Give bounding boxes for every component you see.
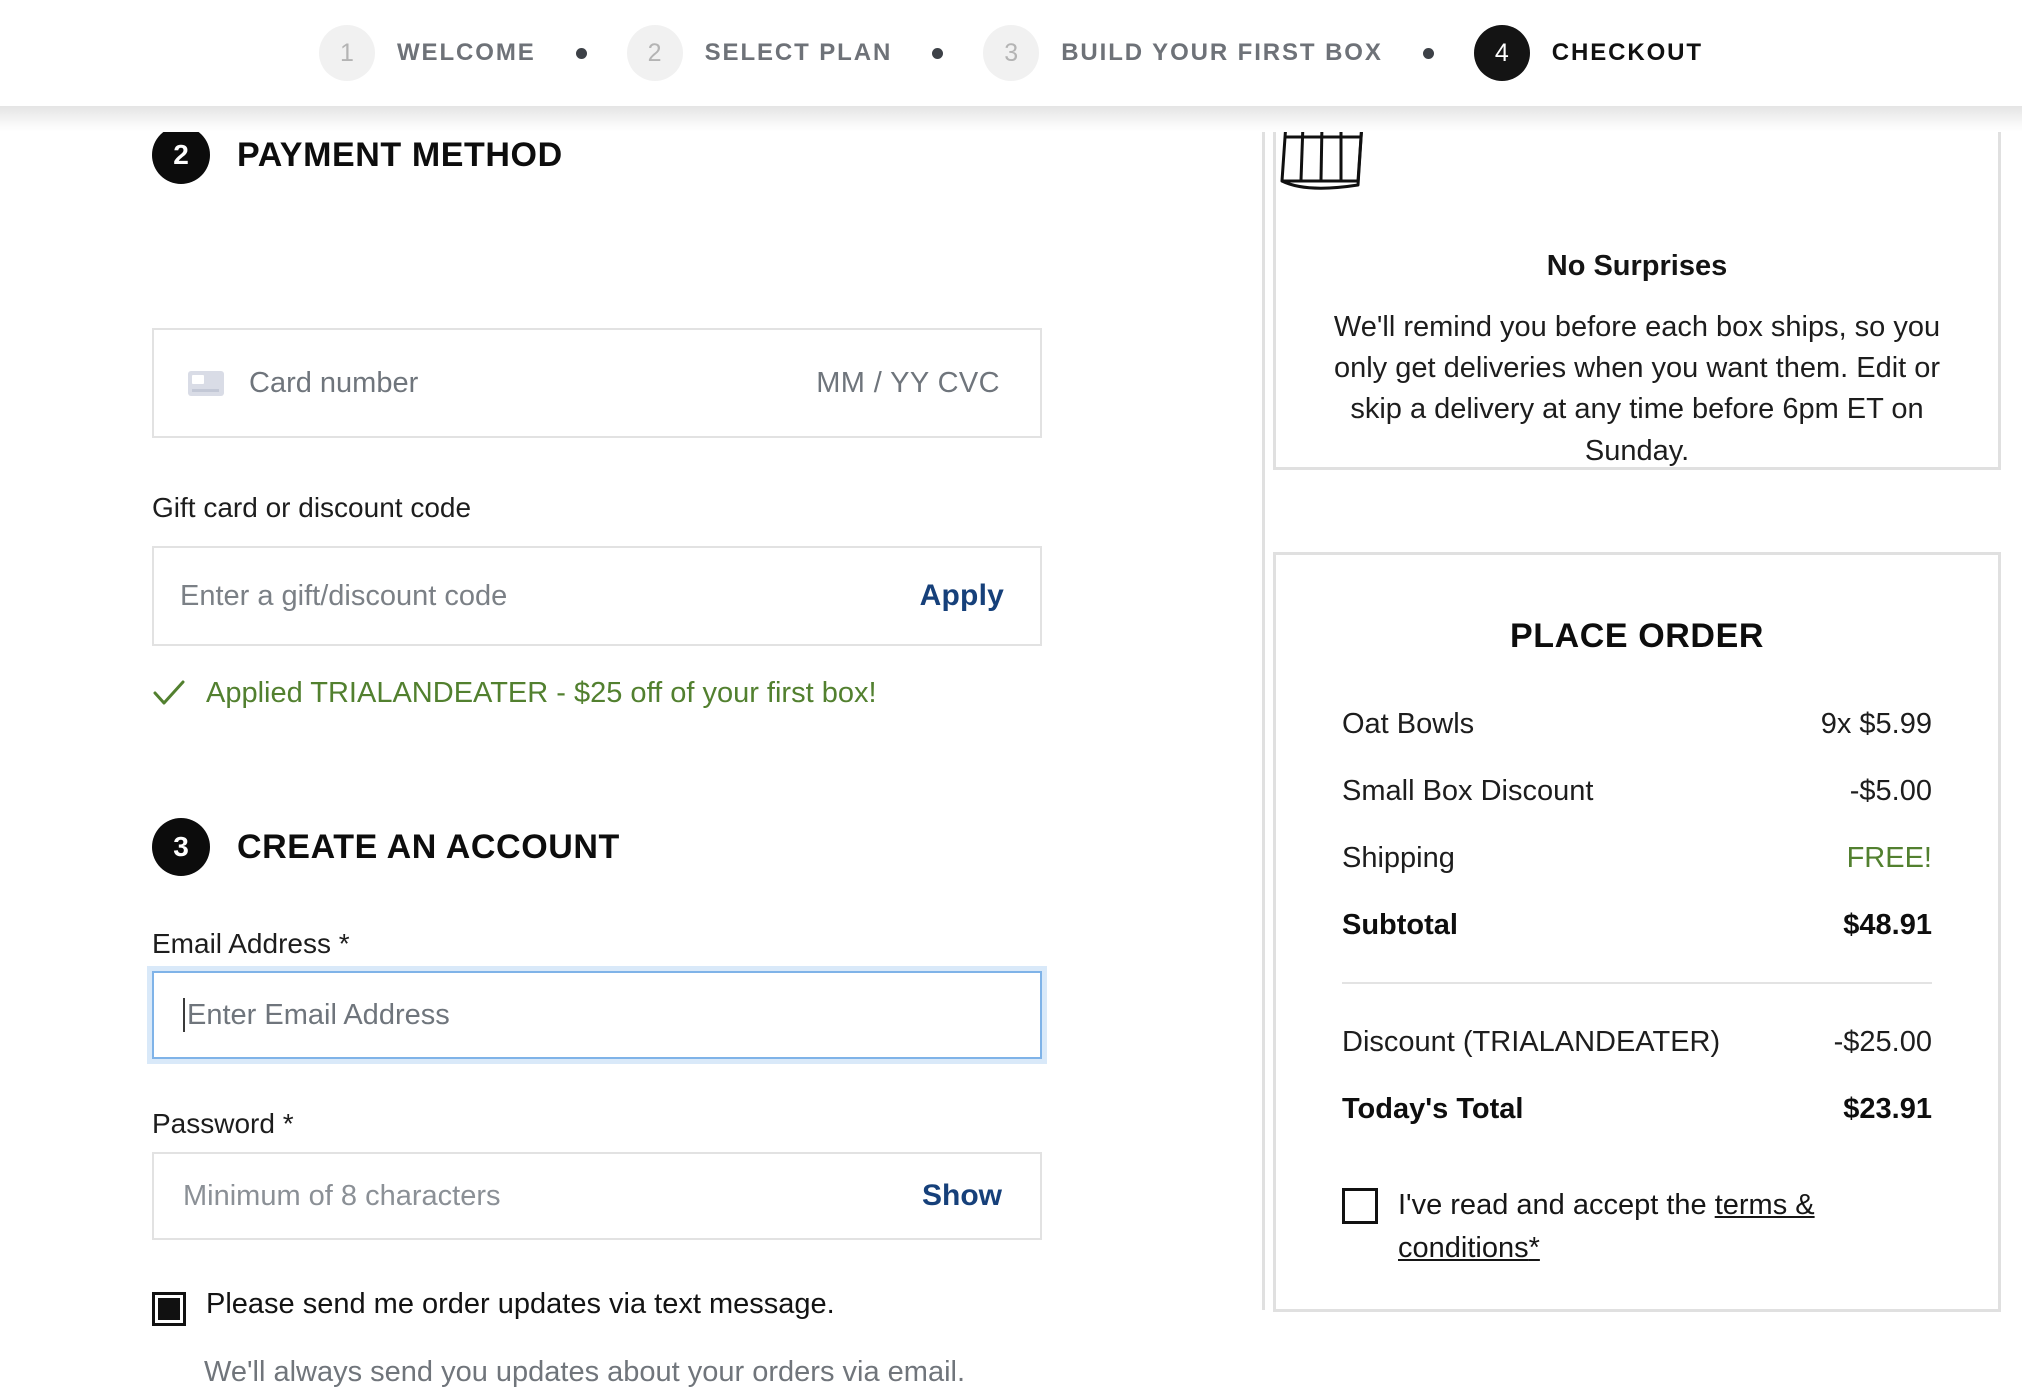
terms-checkbox[interactable] [1342,1188,1378,1224]
calendar-icon [1276,115,1998,204]
terms-checkbox-row[interactable]: I've read and accept the terms & conditi… [1276,1184,1998,1270]
password-field[interactable]: Minimum of 8 characters Show [152,1152,1042,1240]
order-line-label: Oat Bowls [1342,708,1475,740]
order-line-value: $23.91 [1843,1093,1932,1125]
step-separator-dot [1422,47,1434,59]
step-number-badge: 2 [626,25,683,81]
no-surprises-body: We'll remind you before each box ships, … [1333,311,1941,467]
gift-code-field[interactable]: Enter a gift/discount code Apply [152,546,1042,646]
payment-method-heading: 2 PAYMENT METHOD [152,126,563,184]
applied-discount-text: Applied TRIALANDEATER - $25 off of your … [206,676,877,709]
step-label: WELCOME [397,39,536,66]
card-number-field[interactable]: Card number MM / YY CVC [152,328,1042,438]
order-discount-row: Discount (TRIALANDEATER) -$25.00 [1276,1026,1998,1059]
order-line-label: Discount (TRIALANDEATER) [1342,1026,1721,1058]
order-line-label: Subtotal [1342,909,1458,941]
create-account-heading: 3 CREATE AN ACCOUNT [152,818,620,876]
applied-discount-message: Applied TRIALANDEATER - $25 off of your … [152,676,877,710]
section-title: CREATE AN ACCOUNT [237,827,620,866]
apply-button[interactable]: Apply [920,579,1004,613]
order-divider [1342,982,1932,984]
order-line-value: FREE! [1846,842,1932,874]
card-expiry-cvc-placeholder: MM / YY CVC [816,366,1000,399]
email-placeholder: Enter Email Address [187,998,450,1031]
step-number-badge: 3 [983,25,1040,81]
place-order-card: PLACE ORDER Oat Bowls 9x $5.99 Small Box… [1273,552,2001,1312]
section-number-badge: 3 [152,818,210,876]
checkout-progress-header: 1 WELCOME 2 SELECT PLAN 3 BUILD YOUR FIR… [0,0,2022,106]
step-label: BUILD YOUR FIRST BOX [1061,39,1383,66]
step-separator-dot [932,47,944,59]
text-caret [183,998,185,1032]
email-label: Email Address * [152,928,350,959]
order-line-label: Small Box Discount [1342,775,1594,807]
step-number-badge: 1 [319,25,375,81]
order-line-value: $48.91 [1843,909,1932,941]
gift-code-placeholder: Enter a gift/discount code [180,579,508,612]
sms-updates-label: Please send me order updates via text me… [206,1288,835,1320]
step-number-badge: 4 [1473,25,1530,81]
order-line-value: -$5.00 [1849,775,1932,807]
order-line-item: Oat Bowls 9x $5.99 [1276,708,1998,741]
section-number-badge: 2 [152,126,210,184]
progress-step-checkout[interactable]: 4 CHECKOUT [1473,25,1703,81]
terms-prefix: I've read and accept the [1398,1189,1715,1221]
checkout-sidebar-column: No Surprises We'll remind you before eac… [1262,42,2022,1312]
sms-updates-checkbox-row[interactable]: Please send me order updates via text me… [152,1288,835,1326]
card-number-placeholder: Card number [249,366,419,399]
place-order-title: PLACE ORDER [1509,617,1765,655]
terms-suffix: * [1528,1231,1540,1264]
order-line-label: Shipping [1342,842,1455,874]
checkout-form-column: 2 PAYMENT METHOD Card number MM / YY CVC… [0,106,1262,1388]
order-subtotal-row: Subtotal $48.91 [1276,909,1998,942]
progress-steps: 1 WELCOME 2 SELECT PLAN 3 BUILD YOUR FIR… [319,25,1703,81]
password-label: Password * [152,1108,294,1139]
progress-step-build-box[interactable]: 3 BUILD YOUR FIRST BOX [983,25,1383,81]
progress-step-select-plan[interactable]: 2 SELECT PLAN [626,25,893,81]
order-line-value: 9x $5.99 [1820,708,1932,740]
order-line-item: Small Box Discount -$5.00 [1276,775,1998,808]
step-label: SELECT PLAN [704,39,893,66]
sms-updates-checkbox[interactable] [152,1292,186,1326]
credit-card-icon [188,370,224,396]
order-line-label: Today's Total [1342,1093,1524,1125]
order-total-row: Today's Total $23.91 [1276,1093,1998,1126]
checkout-page-body: 2 PAYMENT METHOD Card number MM / YY CVC… [0,42,2022,1388]
email-field[interactable]: Enter Email Address [152,971,1042,1059]
step-label: CHECKOUT [1551,39,1703,66]
section-title: PAYMENT METHOD [237,135,563,174]
step-separator-dot [575,47,587,59]
sms-updates-note: We'll always send you updates about your… [204,1356,966,1388]
check-icon [152,676,186,710]
no-surprises-title: No Surprises [1546,250,1728,282]
progress-step-welcome[interactable]: 1 WELCOME [319,25,536,81]
no-surprises-card: No Surprises We'll remind you before eac… [1273,42,2001,470]
show-password-button[interactable]: Show [922,1179,1002,1213]
gift-card-label: Gift card or discount code [152,492,472,523]
order-line-item: Shipping FREE! [1276,842,1998,875]
password-placeholder: Minimum of 8 characters [183,1179,501,1212]
terms-text: I've read and accept the terms & conditi… [1398,1184,1828,1270]
order-line-value: -$25.00 [1833,1026,1932,1058]
